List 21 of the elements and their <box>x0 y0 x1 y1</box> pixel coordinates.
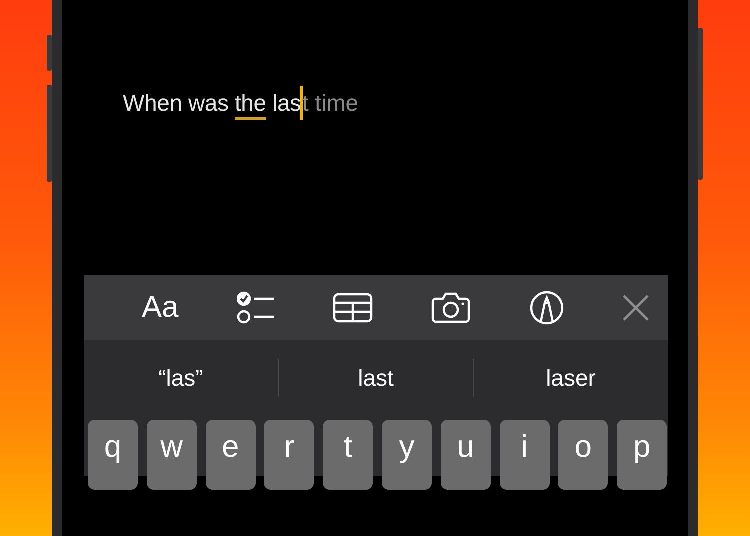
keyboard-key[interactable]: w <box>146 420 197 490</box>
keyboard-key[interactable]: i <box>500 420 550 490</box>
table-icon[interactable] <box>333 292 374 322</box>
word-suggestion[interactable]: last <box>279 360 473 396</box>
text-cursor <box>300 86 304 120</box>
word-suggestion[interactable]: laser <box>474 360 668 396</box>
keyboard-key[interactable]: r <box>264 420 314 490</box>
keyboard-key[interactable]: p <box>617 420 668 490</box>
keyboard-key[interactable]: o <box>558 420 608 490</box>
pen-tip-icon[interactable] <box>530 290 564 324</box>
keyboard-key[interactable]: t <box>323 420 374 490</box>
checklist-icon[interactable] <box>236 290 275 324</box>
keyboard-key[interactable]: q <box>88 420 138 490</box>
keyboard-key[interactable]: y <box>382 420 432 490</box>
word-suggestion[interactable]: “las” <box>84 360 278 396</box>
camera-icon[interactable] <box>431 292 472 324</box>
note-text: When was the las <box>123 89 302 118</box>
text-format-button[interactable]: Aa <box>142 285 179 330</box>
close-icon[interactable] <box>622 294 650 322</box>
keyboard-key[interactable]: e <box>206 420 256 490</box>
keyboard-key[interactable]: u <box>440 420 491 490</box>
